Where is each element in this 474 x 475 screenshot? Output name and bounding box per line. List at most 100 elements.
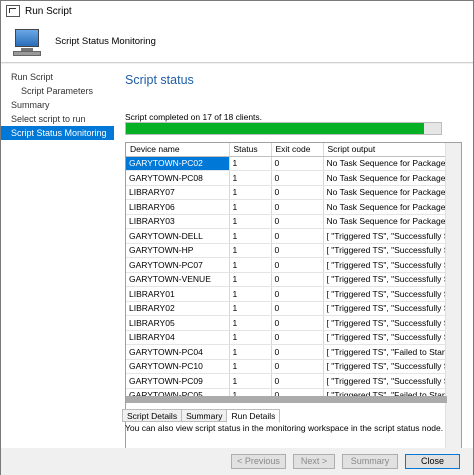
table-cell: 1 bbox=[229, 315, 272, 331]
table-cell: GARYTOWN-PC08 bbox=[126, 170, 230, 186]
column-header-script-output[interactable]: Script output bbox=[323, 143, 447, 157]
table-cell: [ "Triggered TS", "Successfully Start... bbox=[323, 243, 447, 258]
horizontal-scrollbar[interactable] bbox=[126, 396, 447, 403]
table-cell: LIBRARY05 bbox=[126, 315, 230, 331]
table-cell: LIBRARY01 bbox=[126, 286, 230, 302]
table-cell: [ "Triggered TS", "Successfully Start... bbox=[323, 257, 447, 273]
vertical-scrollbar[interactable] bbox=[445, 143, 461, 461]
table-row[interactable]: GARYTOWN-PC08 1 0 No Task Sequence for Pack… bbox=[126, 170, 447, 186]
tab-run-details[interactable]: Run Details bbox=[226, 409, 281, 423]
nav-item-summary[interactable]: Summary bbox=[1, 98, 114, 112]
table-cell: GARYTOWN-VENUE bbox=[126, 272, 230, 287]
table-row[interactable]: LIBRARY07 1 0 No Task Sequence for Package … bbox=[126, 185, 447, 200]
table-cell: 1 bbox=[229, 359, 272, 374]
table-row[interactable]: GARYTOWN-DELL 1 0[ "Triggered TS", "Succes… bbox=[126, 228, 447, 244]
table-row[interactable]: LIBRARY04 1 0[ "Triggered TS", "Successful… bbox=[126, 330, 447, 345]
wizard-footer: < Previous Next > Summary Close bbox=[1, 448, 473, 475]
table-cell: No Task Sequence for Package ID P... bbox=[323, 185, 447, 200]
table-cell: LIBRARY06 bbox=[126, 199, 230, 215]
table-cell: 0 bbox=[271, 330, 324, 345]
table-cell: 1 bbox=[229, 185, 272, 200]
table-cell: [ "Triggered TS", "Successfully Start... bbox=[323, 373, 447, 389]
table-row[interactable]: LIBRARY05 1 0[ "Triggered TS", "Successful… bbox=[126, 315, 447, 331]
table-cell: 1 bbox=[229, 156, 272, 171]
table-cell: 1 bbox=[229, 243, 272, 258]
title-bar: Run Script bbox=[1, 1, 473, 21]
table-cell: 0 bbox=[271, 185, 324, 200]
table-cell: [ "Triggered TS", "Successfully Start... bbox=[323, 330, 447, 345]
previous-button[interactable]: < Previous bbox=[231, 454, 286, 469]
app-window-icon bbox=[6, 5, 20, 17]
table-cell: 0 bbox=[271, 301, 324, 316]
details-tabs: Script Details Summary Run Details bbox=[122, 409, 281, 423]
table-cell: 1 bbox=[229, 228, 272, 244]
column-header-device-name[interactable]: Device name bbox=[126, 143, 230, 157]
table-row[interactable]: GARYTOWN-PC04 1 0[ "Triggered TS", "Failed… bbox=[126, 344, 447, 360]
table-cell: No Task Sequence for Package ID P... bbox=[323, 214, 447, 229]
table-cell: 1 bbox=[229, 373, 272, 389]
table-cell: 0 bbox=[271, 344, 324, 360]
table-cell: GARYTOWN-PC04 bbox=[126, 344, 230, 360]
nav-item-script-status-monitoring[interactable]: Script Status Monitoring bbox=[1, 126, 114, 140]
table-cell: GARYTOWN-PC02 bbox=[126, 156, 230, 171]
table-cell: 0 bbox=[271, 286, 324, 302]
page-title: Script status bbox=[125, 73, 194, 87]
next-button[interactable]: Next > bbox=[293, 454, 335, 469]
table-row[interactable]: GARYTOWN-HP 1 0[ "Triggered TS", "Successf… bbox=[126, 243, 447, 258]
table-row[interactable]: GARYTOWN-PC09 1 0[ "Triggered TS", "Succes… bbox=[126, 373, 447, 389]
table-row[interactable]: LIBRARY01 1 0[ "Triggered TS", "Successful… bbox=[126, 286, 447, 302]
table-cell: [ "Triggered TS", "Successfully Start... bbox=[323, 228, 447, 244]
progress-bar-fill bbox=[126, 123, 424, 134]
nav-item-script-parameters[interactable]: Script Parameters bbox=[1, 84, 114, 98]
table-cell: 1 bbox=[229, 170, 272, 186]
table-cell: LIBRARY04 bbox=[126, 330, 230, 345]
table-cell: 0 bbox=[271, 170, 324, 186]
table-cell: 0 bbox=[271, 214, 324, 229]
main-content: Script status Script completed on 17 of … bbox=[114, 64, 473, 462]
tab-script-details[interactable]: Script Details bbox=[122, 409, 183, 422]
table-cell: 0 bbox=[271, 315, 324, 331]
table-cell: [ "Triggered TS", "Successfully Start... bbox=[323, 359, 447, 374]
summary-button[interactable]: Summary bbox=[342, 454, 398, 469]
nav-item-select-script-to-run[interactable]: Select script to run bbox=[1, 112, 114, 126]
table-cell: 0 bbox=[271, 359, 324, 374]
tab-summary[interactable]: Summary bbox=[181, 409, 228, 422]
completion-status-text: Script completed on 17 of 18 clients. bbox=[125, 112, 263, 122]
table-cell: GARYTOWN-DELL bbox=[126, 228, 230, 244]
computer-monitor-icon bbox=[9, 27, 45, 57]
column-header-exit-code[interactable]: Exit code bbox=[271, 143, 324, 157]
table-row[interactable]: GARYTOWN-PC10 1 0[ "Triggered TS", "Succes… bbox=[126, 359, 447, 374]
table-cell: 1 bbox=[229, 257, 272, 273]
table-cell: GARYTOWN-PC07 bbox=[126, 257, 230, 273]
wizard-nav: Run Script Script Parameters Summary Select… bbox=[1, 64, 114, 454]
table-cell: 1 bbox=[229, 330, 272, 345]
table-cell: 1 bbox=[229, 214, 272, 229]
table-row[interactable]: GARYTOWN-PC02 1 0 No Task Sequence for Pack… bbox=[126, 156, 447, 171]
table-cell: [ "Triggered TS", "Successfully Start... bbox=[323, 272, 447, 287]
column-header-status[interactable]: Status bbox=[229, 143, 272, 157]
table-cell: LIBRARY02 bbox=[126, 301, 230, 316]
nav-item-run-script[interactable]: Run Script bbox=[1, 70, 114, 84]
table-cell: GARYTOWN-PC09 bbox=[126, 373, 230, 389]
table-row[interactable]: LIBRARY02 1 0[ "Triggered TS", "Successful… bbox=[126, 301, 447, 316]
close-button[interactable]: Close bbox=[405, 454, 460, 469]
table-cell: 0 bbox=[271, 272, 324, 287]
table-cell: 0 bbox=[271, 257, 324, 273]
table-cell: 1 bbox=[229, 301, 272, 316]
table-cell: [ "Triggered TS", "Successfully Start... bbox=[323, 315, 447, 331]
table-cell: [ "Triggered TS", "Successfully Start... bbox=[323, 286, 447, 302]
table-cell: 0 bbox=[271, 373, 324, 389]
table-row[interactable]: GARYTOWN-VENUE 1 0[ "Triggered TS", "Succe… bbox=[126, 272, 447, 287]
table-cell: 0 bbox=[271, 243, 324, 258]
table-row[interactable]: LIBRARY03 1 0 No Task Sequence for Package … bbox=[126, 214, 447, 229]
window-title: Run Script bbox=[25, 5, 72, 17]
table-cell: 1 bbox=[229, 199, 272, 215]
table-cell: 1 bbox=[229, 344, 272, 360]
table-row[interactable]: GARYTOWN-PC07 1 0[ "Triggered TS", "Succes… bbox=[126, 257, 447, 273]
table-cell: 0 bbox=[271, 228, 324, 244]
table-cell: 1 bbox=[229, 272, 272, 287]
table-row[interactable]: LIBRARY06 1 0 No Task Sequence for Package … bbox=[126, 199, 447, 215]
progress-bar bbox=[125, 122, 442, 135]
run-script-window: Run Script Script Status Monitoring Run … bbox=[0, 0, 474, 475]
wizard-header: Script Status Monitoring bbox=[1, 21, 473, 63]
